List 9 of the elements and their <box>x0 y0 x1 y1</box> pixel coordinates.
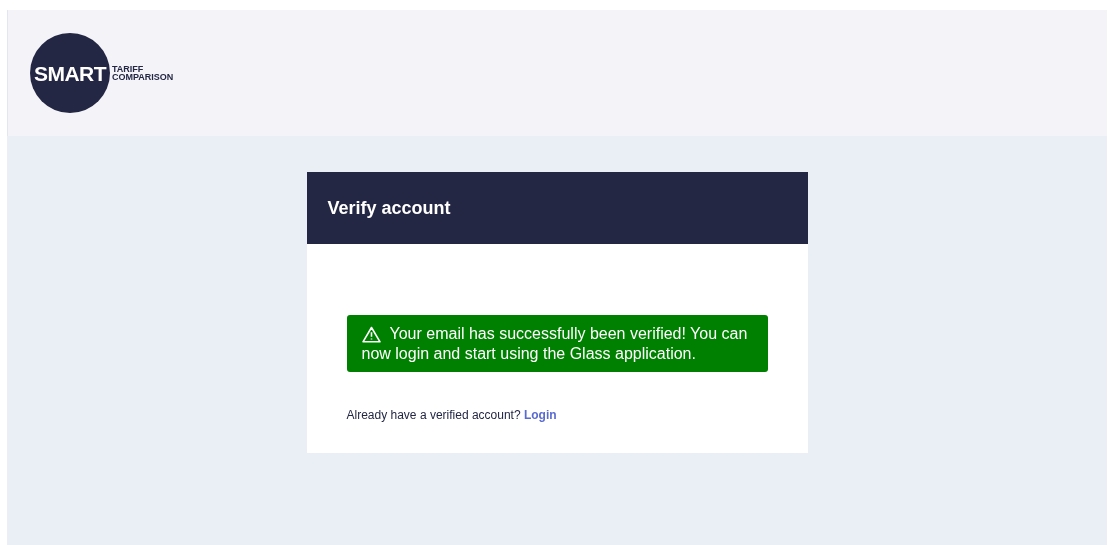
logo-tagline: COMPARISON <box>112 73 174 81</box>
login-link[interactable]: Login <box>523 408 557 422</box>
alert-message: Your email has successfully been verified! You can <box>389 324 748 344</box>
alert-message: now login and start using the Glass application. <box>361 344 697 364</box>
prompt-text: Already have a verified account? <box>346 408 521 422</box>
logo-wordmark: SMART <box>33 62 107 84</box>
logo-tagline: TARIFF <box>112 65 145 73</box>
warning-icon <box>361 325 381 343</box>
card-title: Verify account <box>327 196 451 220</box>
